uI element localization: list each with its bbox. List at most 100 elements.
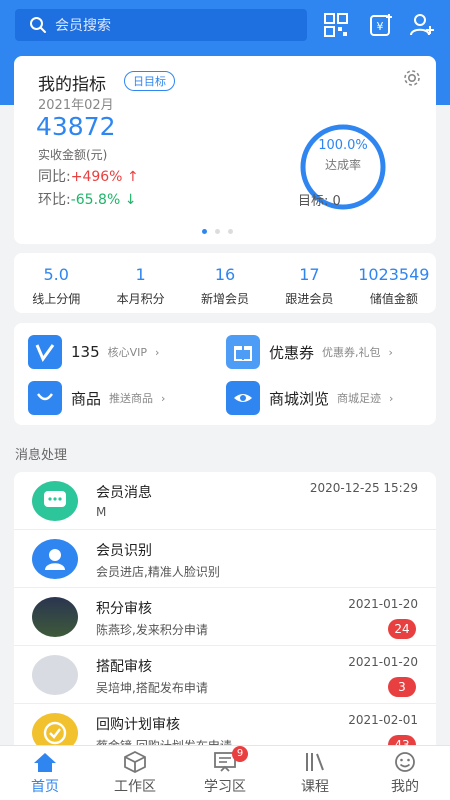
quick-sub: 推送商品 (109, 392, 154, 405)
workspace-icon (124, 751, 146, 773)
list-item[interactable]: 会员识别 会员进店,精准人脸识别 (14, 530, 436, 588)
quick-products[interactable]: 商品 推送商品 › (28, 381, 165, 415)
message-list: 会员消息 M 2020-12-25 15:29 会员识别 会员进店,精准人脸识别… (14, 472, 436, 752)
metrics-title: 我的指标 (38, 75, 106, 95)
arrow-up-icon: ↑ (126, 169, 139, 185)
mom-value: -65.8% (70, 192, 121, 208)
tab-label: 课程 (301, 779, 329, 795)
message-title: 回购计划审核 (96, 717, 180, 733)
revenue-label: 实收金额(元) (38, 148, 108, 162)
svg-text:¥: ¥ (377, 20, 384, 33)
stat-label: 储值金额 (369, 292, 418, 306)
avatar (32, 655, 78, 695)
message-title: 搭配审核 (96, 659, 152, 675)
yoy-label: 同比: (38, 169, 71, 185)
section-title: 消息处理 (15, 448, 68, 463)
chevron-right-icon: › (161, 391, 166, 405)
bottom-tab-bar: 首页 工作区 学习区 9 课程 我的 (0, 745, 450, 800)
gift-icon (226, 335, 260, 369)
stat-online-commission[interactable]: 5.0 线上分佣 (14, 253, 98, 313)
stat-followup-members[interactable]: 17 跟进会员 (267, 253, 351, 313)
tab-study[interactable]: 学习区 9 (180, 746, 270, 800)
quick-core-vip[interactable]: 135 核心VIP › (28, 335, 159, 369)
home-icon (34, 753, 56, 772)
message-title: 会员识别 (96, 543, 152, 559)
stat-value: 16 (214, 265, 236, 284)
unread-badge: 24 (388, 619, 416, 639)
chevron-right-icon: › (389, 391, 394, 405)
achievement-label: 达成率 (324, 158, 361, 172)
metrics-card[interactable]: 我的指标 日目标 2021年02月 43872 实收金额(元) 同比:+496%… (14, 56, 436, 244)
metrics-date: 2021年02月 (38, 98, 114, 113)
tab-workspace[interactable]: 工作区 (90, 746, 180, 800)
quick-name: 商城浏览 (269, 389, 330, 408)
mom-label: 环比: (38, 192, 71, 208)
course-icon (306, 753, 324, 771)
arrow-down-icon: ↓ (124, 192, 137, 208)
stat-monthly-points[interactable]: 1 本月积分 (98, 253, 182, 313)
search-icon (30, 17, 46, 33)
yoy-value: +496% (70, 169, 123, 185)
message-time: 2020-12-25 15:29 (309, 481, 418, 495)
gear-icon[interactable] (402, 68, 422, 88)
revenue-value: 43872 (36, 112, 116, 141)
stat-label: 跟进会员 (285, 292, 334, 306)
vip-icon (28, 335, 62, 369)
chevron-right-icon: › (388, 345, 393, 359)
chat-icon (32, 481, 78, 521)
mine-icon (395, 752, 415, 772)
eye-icon (226, 381, 260, 415)
tab-label: 我的 (391, 779, 419, 795)
tab-label: 学习区 (204, 779, 246, 795)
pager-dot[interactable] (202, 229, 207, 234)
chevron-right-icon: › (155, 345, 160, 359)
tab-course[interactable]: 课程 (270, 746, 360, 800)
search-input[interactable]: 会员搜索 (15, 9, 307, 41)
mom-row: 环比:-65.8% ↓ (38, 189, 136, 209)
stat-label: 线上分佣 (32, 292, 81, 306)
stat-label: 本月积分 (116, 292, 165, 306)
achievement-rate: 100.0% (318, 138, 368, 153)
quick-sub: 优惠券,礼包 (322, 346, 381, 359)
list-item[interactable]: 搭配审核 吴培坤,搭配发布申请 2021-01-20 3 (14, 646, 436, 704)
pager-dots[interactable] (202, 229, 233, 234)
stats-card: 5.0 线上分佣 1 本月积分 16 新增会员 17 跟进会员 1023549 储值金额 (14, 253, 436, 313)
list-item[interactable]: 积分审核 陈燕珍,发来积分申请 2021-01-20 24 (14, 588, 436, 646)
stat-new-members[interactable]: 16 新增会员 (183, 253, 267, 313)
pager-dot[interactable] (228, 229, 233, 234)
quick-actions-card: 135 核心VIP › 优惠券 优惠券,礼包 › 商品 推送商品 › 商城浏览 … (14, 323, 436, 425)
tab-badge: 9 (232, 746, 248, 762)
stat-value: 1 (135, 265, 146, 284)
message-subtitle: 陈燕珍,发来积分申请 (96, 623, 208, 637)
stat-value: 1023549 (358, 265, 430, 284)
message-title: 会员消息 (96, 485, 152, 501)
add-user-icon[interactable] (408, 11, 436, 39)
message-time: 2021-01-20 (348, 597, 418, 611)
message-subtitle: M (96, 505, 107, 519)
stat-value: 5.0 (43, 265, 69, 284)
payment-icon[interactable]: ¥ (367, 11, 395, 39)
message-subtitle: 会员进店,精准人脸识别 (96, 565, 220, 579)
search-placeholder: 会员搜索 (55, 18, 111, 34)
quick-sub: 核心VIP (107, 346, 148, 359)
qr-scan-icon[interactable] (322, 11, 350, 39)
unread-badge: 3 (388, 677, 416, 697)
tab-home[interactable]: 首页 (0, 746, 90, 800)
message-title: 积分审核 (96, 601, 152, 617)
stat-label: 新增会员 (201, 292, 250, 306)
quick-mall-browse[interactable]: 商城浏览 商城足迹 › (226, 381, 393, 415)
yoy-row: 同比:+496% ↑ (38, 166, 139, 186)
face-recognition-icon (32, 539, 78, 579)
bag-icon (28, 381, 62, 415)
message-time: 2021-02-01 (348, 713, 418, 727)
tab-mine[interactable]: 我的 (360, 746, 450, 800)
message-time: 2021-01-20 (348, 655, 418, 669)
quick-sub: 商城足迹 (337, 392, 382, 405)
stat-stored-value[interactable]: 1023549 储值金额 (352, 253, 436, 313)
target-period-tag[interactable]: 日目标 (124, 71, 175, 91)
pager-dot[interactable] (215, 229, 220, 234)
stat-value: 17 (299, 265, 320, 284)
list-item[interactable]: 会员消息 M 2020-12-25 15:29 (14, 472, 436, 530)
quick-coupons[interactable]: 优惠券 优惠券,礼包 › (226, 335, 393, 369)
quick-name: 商品 (71, 389, 102, 408)
